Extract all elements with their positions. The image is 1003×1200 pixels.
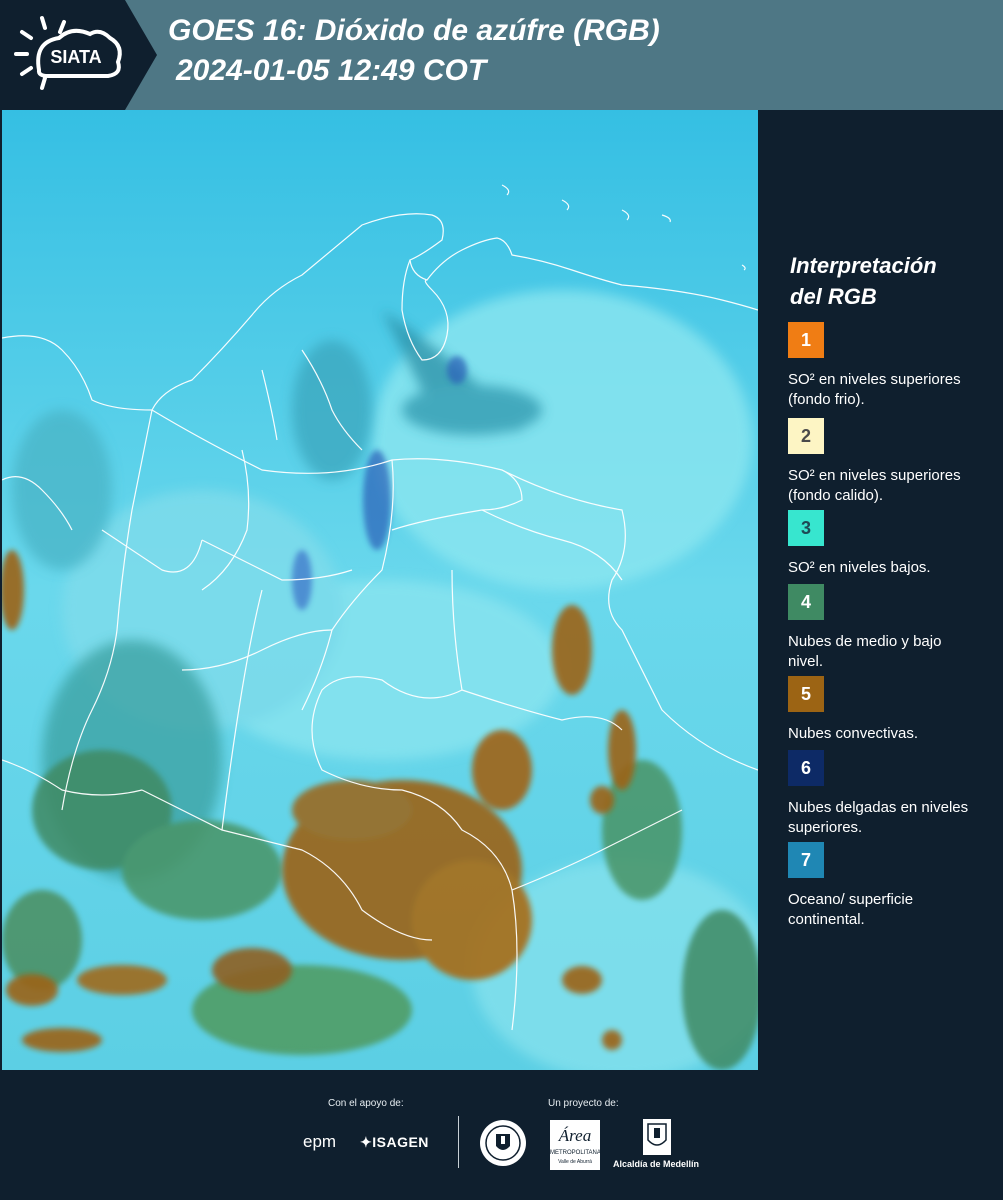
legend-title-line2: del RGB bbox=[790, 284, 877, 309]
area-logo-title: Área bbox=[558, 1126, 592, 1145]
alcaldia-shield-icon bbox=[643, 1119, 671, 1155]
legend-text-4: Nubes de medio y bajo nivel. bbox=[788, 633, 942, 670]
epm-logo: epm bbox=[303, 1132, 337, 1151]
isagen-label: ISAGEN bbox=[372, 1134, 429, 1150]
footer-divider bbox=[458, 1116, 459, 1168]
legend-text-7: Oceano/ superficie continental. bbox=[788, 891, 914, 928]
legend-item-5: 5 Nubes convectivas. bbox=[788, 676, 998, 744]
legend-title: Interpretación del RGB bbox=[790, 250, 990, 312]
legend-text-5: Nubes convectivas. bbox=[788, 725, 919, 742]
area-metropolitana-logo: Área METROPOLITANA Valle de Aburrá bbox=[550, 1120, 601, 1170]
legend-title-line1: Interpretación bbox=[790, 253, 937, 278]
legend-item-2: 2 SO² en niveles superiores (fondo calid… bbox=[788, 418, 998, 506]
satellite-map bbox=[2, 110, 758, 1070]
alcaldia-label: Alcaldía de Medellín bbox=[613, 1159, 700, 1169]
legend-number-1: 1 bbox=[800, 329, 811, 350]
legend-number-7: 7 bbox=[800, 849, 811, 870]
legend-number-5: 5 bbox=[800, 683, 811, 704]
area-logo-region: Valle de Aburrá bbox=[558, 1159, 592, 1165]
legend-swatch-7: 7 bbox=[788, 842, 824, 878]
svg-text:SIATA: SIATA bbox=[50, 47, 101, 67]
area-logo-subtitle: METROPOLITANA bbox=[550, 1150, 601, 1156]
legend-number-6: 6 bbox=[800, 757, 811, 778]
legend-item-7: 7 Oceano/ superficie continental. bbox=[788, 842, 998, 930]
legend-item-1: 1 SO² en niveles superiores (fondo frio)… bbox=[788, 322, 998, 410]
legend-swatch-4: 4 bbox=[788, 584, 824, 620]
logo-panel: SIATA bbox=[0, 0, 157, 110]
siata-logo: SIATA bbox=[14, 16, 122, 90]
legend-item-3: 3 SO² en niveles bajos. bbox=[788, 510, 998, 578]
legend-panel: Interpretación del RGB 1 SO² en niveles … bbox=[762, 110, 1003, 1070]
page-title: GOES 16: Dióxido de azúfre (RGB) bbox=[168, 14, 660, 47]
page-timestamp: 2024-01-05 12:49 COT bbox=[176, 54, 487, 87]
medellin-seal-icon bbox=[480, 1120, 526, 1166]
satellite-image bbox=[2, 110, 758, 1070]
project-label: Un proyecto de: bbox=[548, 1098, 619, 1109]
legend-swatch-1: 1 bbox=[788, 322, 824, 358]
legend-text-3: SO² en niveles bajos. bbox=[788, 559, 931, 576]
legend-item-6: 6 Nubes delgadas en niveles superiores. bbox=[788, 750, 998, 838]
legend-text-1: SO² en niveles superiores (fondo frio). bbox=[788, 371, 961, 408]
header-bar: SIATA GOES 16: Dióxido de azúfre (RGB) 2… bbox=[0, 0, 1003, 110]
isagen-icon: ✦ bbox=[360, 1134, 373, 1150]
legend-text-2: SO² en niveles superiores (fondo calido)… bbox=[788, 467, 961, 504]
legend-text-6: Nubes delgadas en niveles superiores. bbox=[788, 799, 969, 836]
isagen-logo: ✦ISAGEN bbox=[360, 1134, 429, 1151]
legend-number-2: 2 bbox=[800, 425, 811, 446]
legend-swatch-3: 3 bbox=[788, 510, 824, 546]
legend-number-4: 4 bbox=[800, 591, 811, 612]
legend-swatch-5: 5 bbox=[788, 676, 824, 712]
legend-swatch-2: 2 bbox=[788, 418, 824, 454]
footer: Con el apoyo de: Un proyecto de: epm ✦IS… bbox=[0, 1070, 1003, 1200]
legend-item-4: 4 Nubes de medio y bajo nivel. bbox=[788, 584, 998, 672]
legend-number-3: 3 bbox=[800, 517, 811, 538]
legend-swatch-6: 6 bbox=[788, 750, 824, 786]
support-label: Con el apoyo de: bbox=[328, 1098, 404, 1109]
